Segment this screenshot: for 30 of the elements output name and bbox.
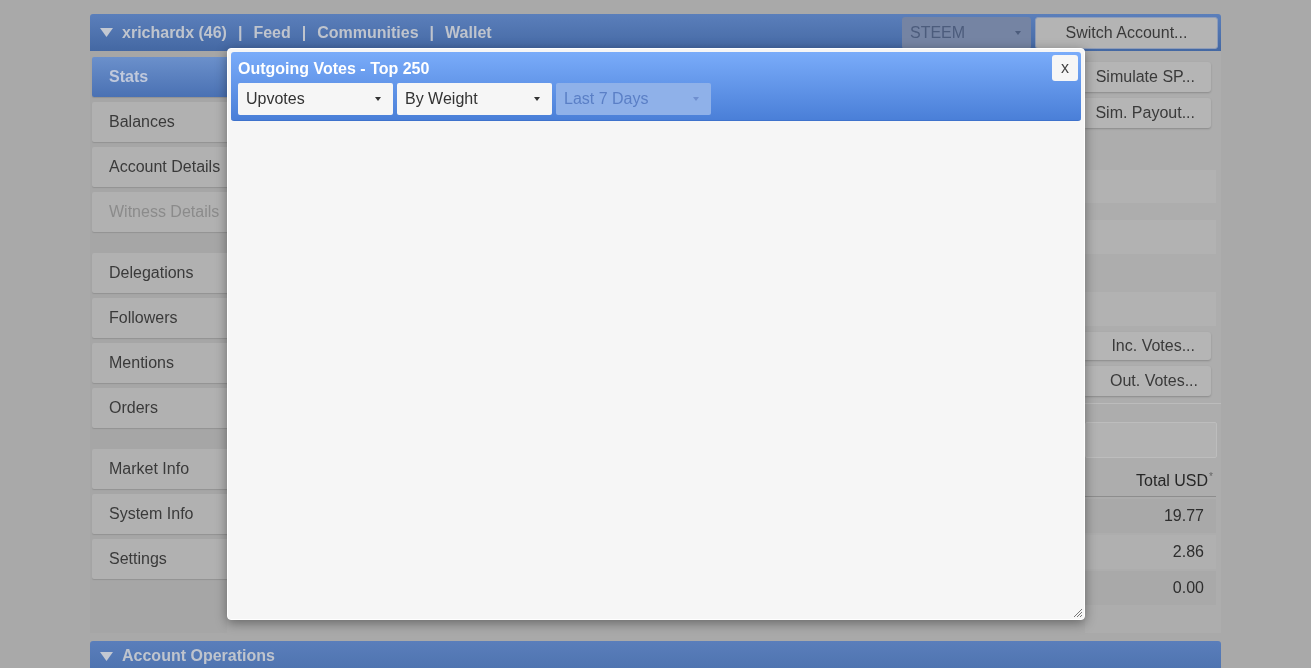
action-button[interactable]: Simulate SP...: [1085, 62, 1211, 92]
sidebar-item[interactable]: Followers: [92, 298, 227, 338]
sidebar-item[interactable]: Settings: [92, 539, 227, 579]
caret-icon: [1015, 30, 1021, 35]
filter-select[interactable]: Upvotes: [238, 83, 393, 115]
separator: |: [429, 23, 435, 42]
separator: |: [301, 23, 307, 42]
votes-button[interactable]: Out. Votes...: [1085, 366, 1211, 396]
separator: |: [237, 23, 243, 42]
caret-icon: [375, 97, 381, 101]
caret-icon[interactable]: [100, 28, 113, 37]
table-cell: 19.77: [1085, 499, 1216, 533]
caret-icon: [693, 97, 699, 101]
sidebar-item[interactable]: Orders: [92, 388, 227, 428]
sidebar-item[interactable]: Mentions: [92, 343, 227, 383]
caret-icon: [534, 97, 540, 101]
modal-title: Outgoing Votes - Top 250: [238, 60, 430, 78]
sidebar-item[interactable]: Delegations: [92, 253, 227, 293]
close-button[interactable]: x: [1052, 55, 1078, 81]
resize-grip-icon[interactable]: [1074, 609, 1082, 617]
sidebar-item[interactable]: System Info: [92, 494, 227, 534]
table-cell: 0.00: [1085, 571, 1216, 605]
filter-select[interactable]: By Weight: [397, 83, 552, 115]
switch-account-button[interactable]: Switch Account...: [1035, 16, 1218, 49]
sidebar-item[interactable]: Market Info: [92, 449, 227, 489]
caret-icon[interactable]: [100, 651, 113, 661]
sidebar-item[interactable]: Account Details: [92, 147, 227, 187]
sidebar-item[interactable]: Balances: [92, 102, 227, 142]
action-button[interactable]: Sim. Payout...: [1085, 98, 1211, 128]
votes-button[interactable]: Inc. Votes...: [1085, 332, 1211, 360]
